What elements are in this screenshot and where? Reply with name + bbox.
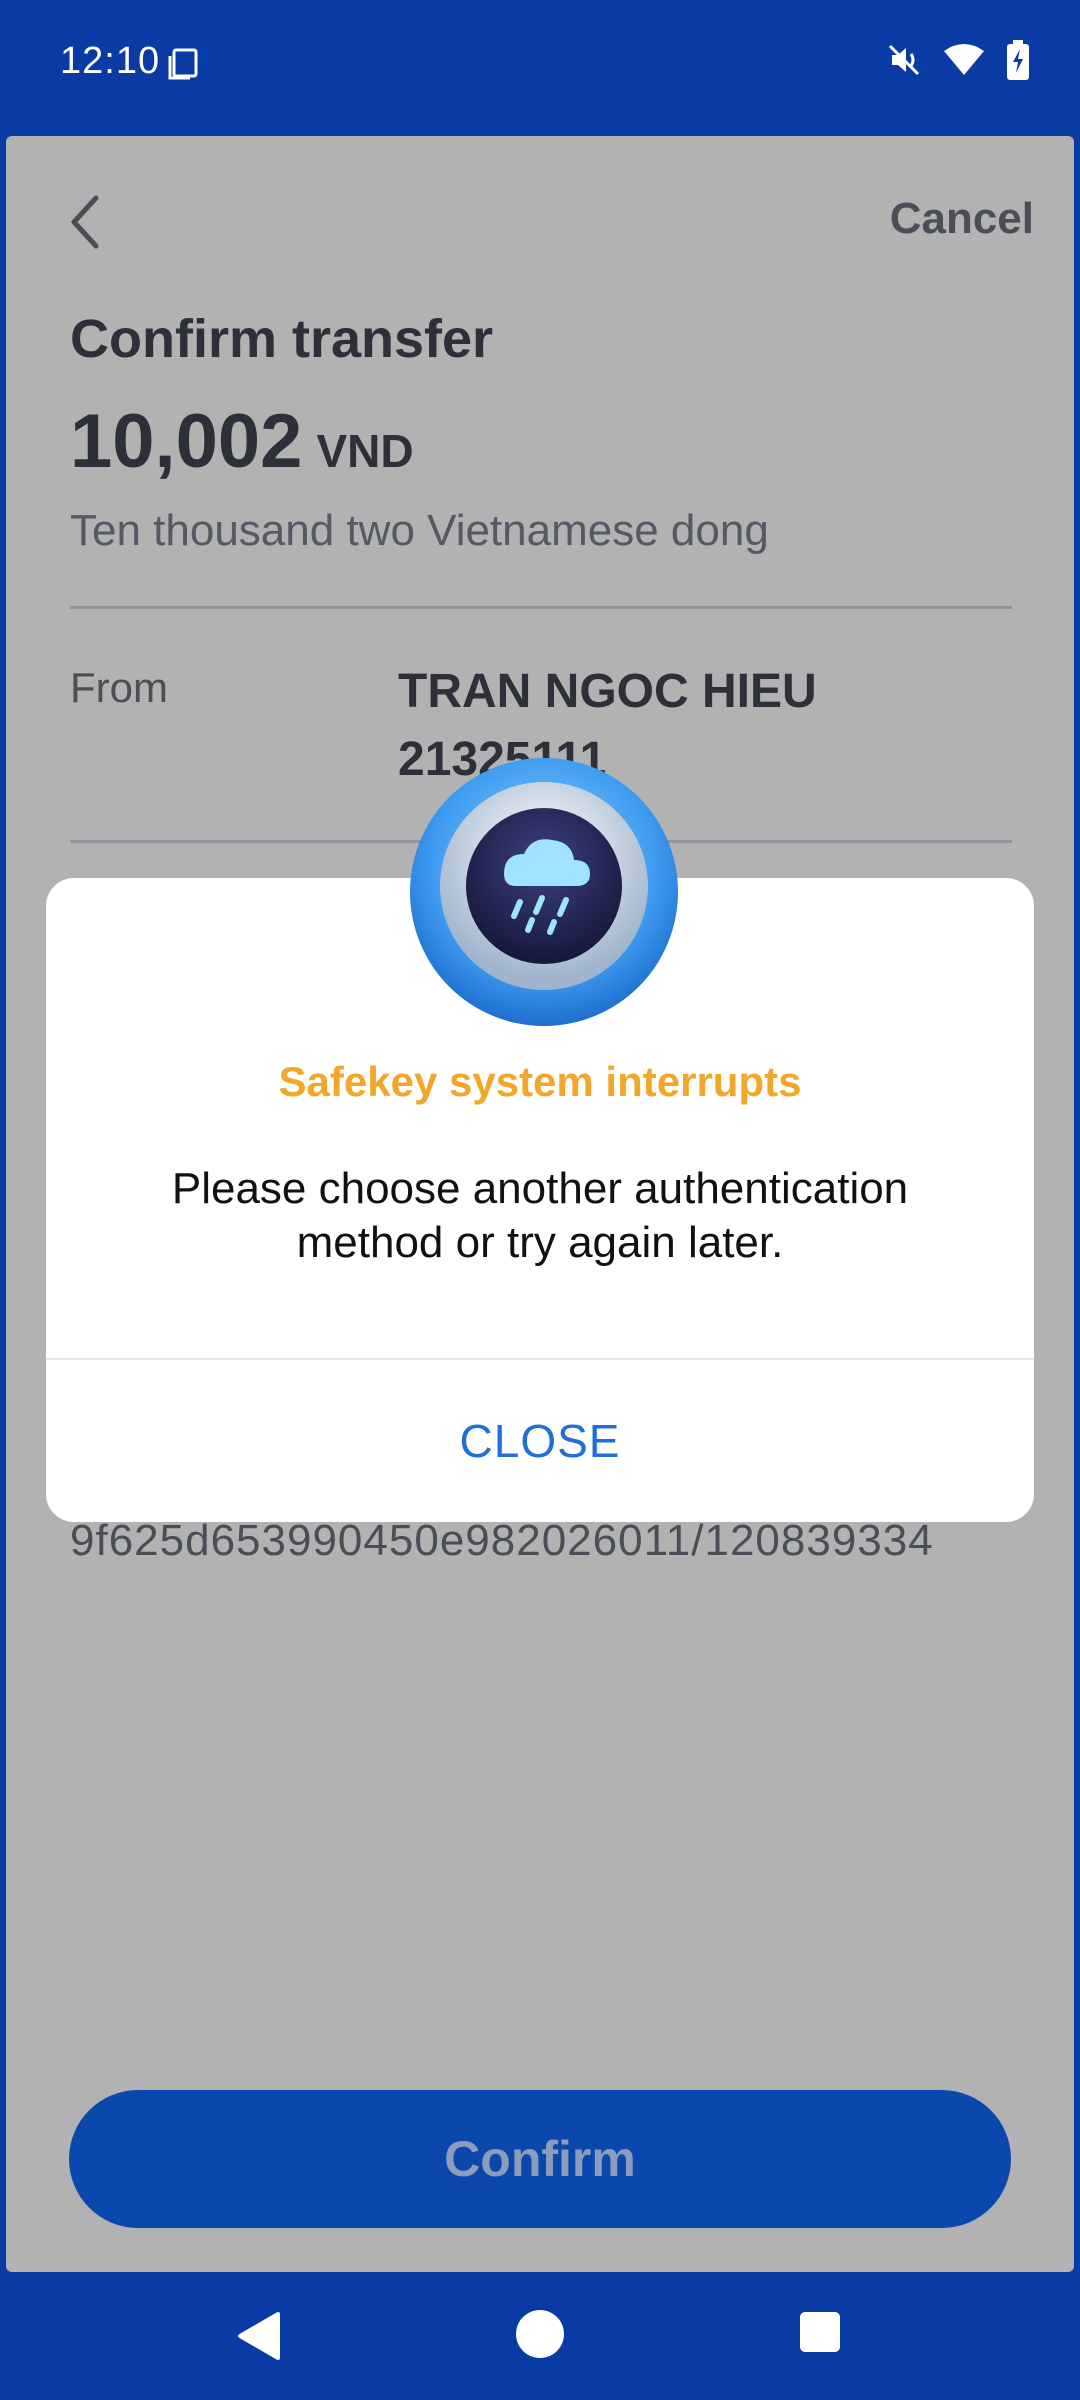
back-triangle-icon[interactable] [234,2310,282,2362]
dialog-message: Please choose another authentication met… [171,1164,909,1267]
page-title: Confirm transfer [70,309,494,369]
screen-icon [168,48,198,80]
chevron-left-icon[interactable] [64,192,108,252]
navigation-bar [0,2272,1080,2400]
from-label: From [70,664,168,711]
dialog-title: Safekey system interrupts [278,1058,802,1105]
status-time: 12:10 [60,40,161,82]
amount-currency: VND [316,425,414,477]
cancel-button[interactable]: Cancel [890,194,1034,244]
status-bar: 12:10 [0,0,1080,128]
battery-charging-icon [1007,40,1029,80]
divider [70,606,1012,609]
mute-vibrate-icon [888,44,920,76]
close-button-label: CLOSE [459,1415,621,1467]
amount-value: 10,002 [70,399,303,484]
rain-cloud-icon [410,758,678,1026]
amount-in-words: Ten thousand two Vietnamese dong [70,506,769,555]
close-button[interactable]: CLOSE [46,1360,1034,1522]
wifi-icon [944,44,984,75]
confirm-button[interactable]: Confirm [69,2090,1011,2228]
home-circle-icon[interactable] [516,2310,564,2358]
from-account-name: TRAN NGOC HIEU [398,665,817,718]
recents-square-icon[interactable] [800,2312,840,2352]
confirm-button-label: Confirm [444,2131,636,2187]
transaction-reference: 9f625d653990450e982026011/120839334 [70,1516,934,1565]
status-icons [886,40,1030,80]
amount-row: 10,002 VND [70,398,414,485]
